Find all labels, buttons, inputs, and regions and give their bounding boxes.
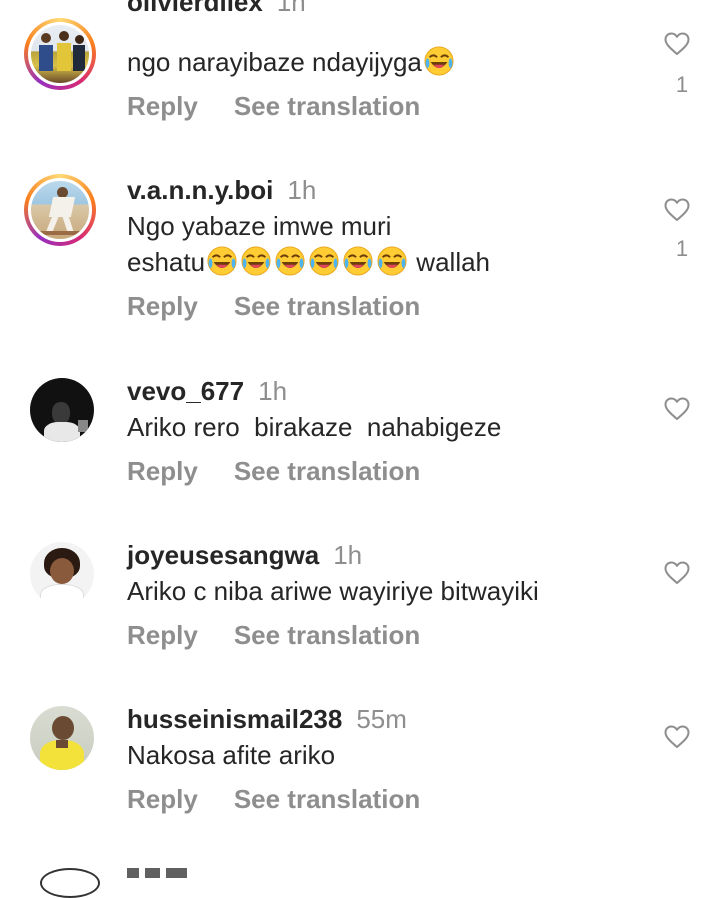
like-count: 1 (675, 72, 689, 97)
reply-button[interactable]: Reply (127, 620, 198, 650)
like-heart-icon[interactable] (664, 561, 690, 585)
laughing-emoji-icon (309, 246, 339, 276)
like-heart-icon[interactable] (664, 32, 690, 56)
comment-actions: Reply See translation (127, 619, 420, 651)
comment-text: Ariko rero birakaze nahabigeze (127, 412, 502, 442)
reply-button[interactable]: Reply (127, 456, 198, 486)
see-translation-button[interactable]: See translation (234, 291, 420, 321)
reply-button[interactable]: Reply (127, 91, 198, 121)
timestamp: 55m (356, 704, 407, 734)
comment-header: joyeusesangwa 1h (127, 539, 362, 571)
timestamp: 1h (333, 540, 363, 570)
reply-button[interactable]: Reply (127, 291, 198, 321)
like-heart-icon[interactable] (664, 397, 690, 421)
like-count: 1 (675, 236, 689, 261)
comment-actions: Reply See translation (127, 455, 420, 487)
see-translation-button[interactable]: See translation (234, 91, 420, 121)
comment-text: Nakosa afite ariko (127, 740, 336, 770)
avatar[interactable] (24, 18, 96, 90)
username[interactable]: v.a.n.n.y.boi (127, 175, 273, 205)
avatar[interactable] (30, 378, 94, 442)
avatar[interactable] (30, 542, 94, 606)
like-heart-icon[interactable] (664, 198, 690, 222)
username[interactable]: husseinismail238 (127, 704, 342, 734)
comment-text: Ariko c niba ariwe wayiriye bitwayiki (127, 576, 539, 606)
timestamp: 1h (258, 376, 288, 406)
comment-actions: Reply See translation (127, 783, 420, 815)
avatar[interactable] (30, 706, 94, 770)
like-heart-icon[interactable] (664, 725, 690, 749)
laughing-emoji-icon (275, 246, 305, 276)
laughing-emoji-icon (207, 246, 237, 276)
reply-button[interactable]: Reply (127, 784, 198, 814)
avatar[interactable] (40, 868, 100, 898)
comment-header: olivierdilex 1h (127, 0, 306, 18)
username[interactable] (127, 868, 187, 878)
laughing-emoji-icon (377, 246, 407, 276)
comment-header: v.a.n.n.y.boi 1h (127, 174, 316, 206)
see-translation-button[interactable]: See translation (234, 456, 420, 486)
comment-header: vevo_677 1h (127, 375, 287, 407)
timestamp: 1h (276, 0, 306, 17)
avatar[interactable] (24, 174, 96, 246)
timestamp: 1h (287, 175, 317, 205)
see-translation-button[interactable]: See translation (234, 784, 420, 814)
comment-text: ngo narayibaze ndayijyga (127, 44, 607, 80)
username[interactable]: olivierdilex (127, 0, 263, 17)
see-translation-button[interactable]: See translation (234, 620, 420, 650)
comment-header: husseinismail238 55m (127, 703, 407, 735)
comment-actions: Reply See translation (127, 90, 420, 122)
laughing-emoji-icon (424, 46, 454, 76)
laughing-emoji-icon (241, 246, 271, 276)
comment-actions: Reply See translation (127, 290, 420, 322)
username[interactable]: joyeusesangwa (127, 540, 319, 570)
username[interactable]: vevo_677 (127, 376, 244, 406)
laughing-emoji-icon (343, 246, 373, 276)
comment-text: Ngo yabaze imwe muri eshatu wallah (127, 211, 491, 277)
